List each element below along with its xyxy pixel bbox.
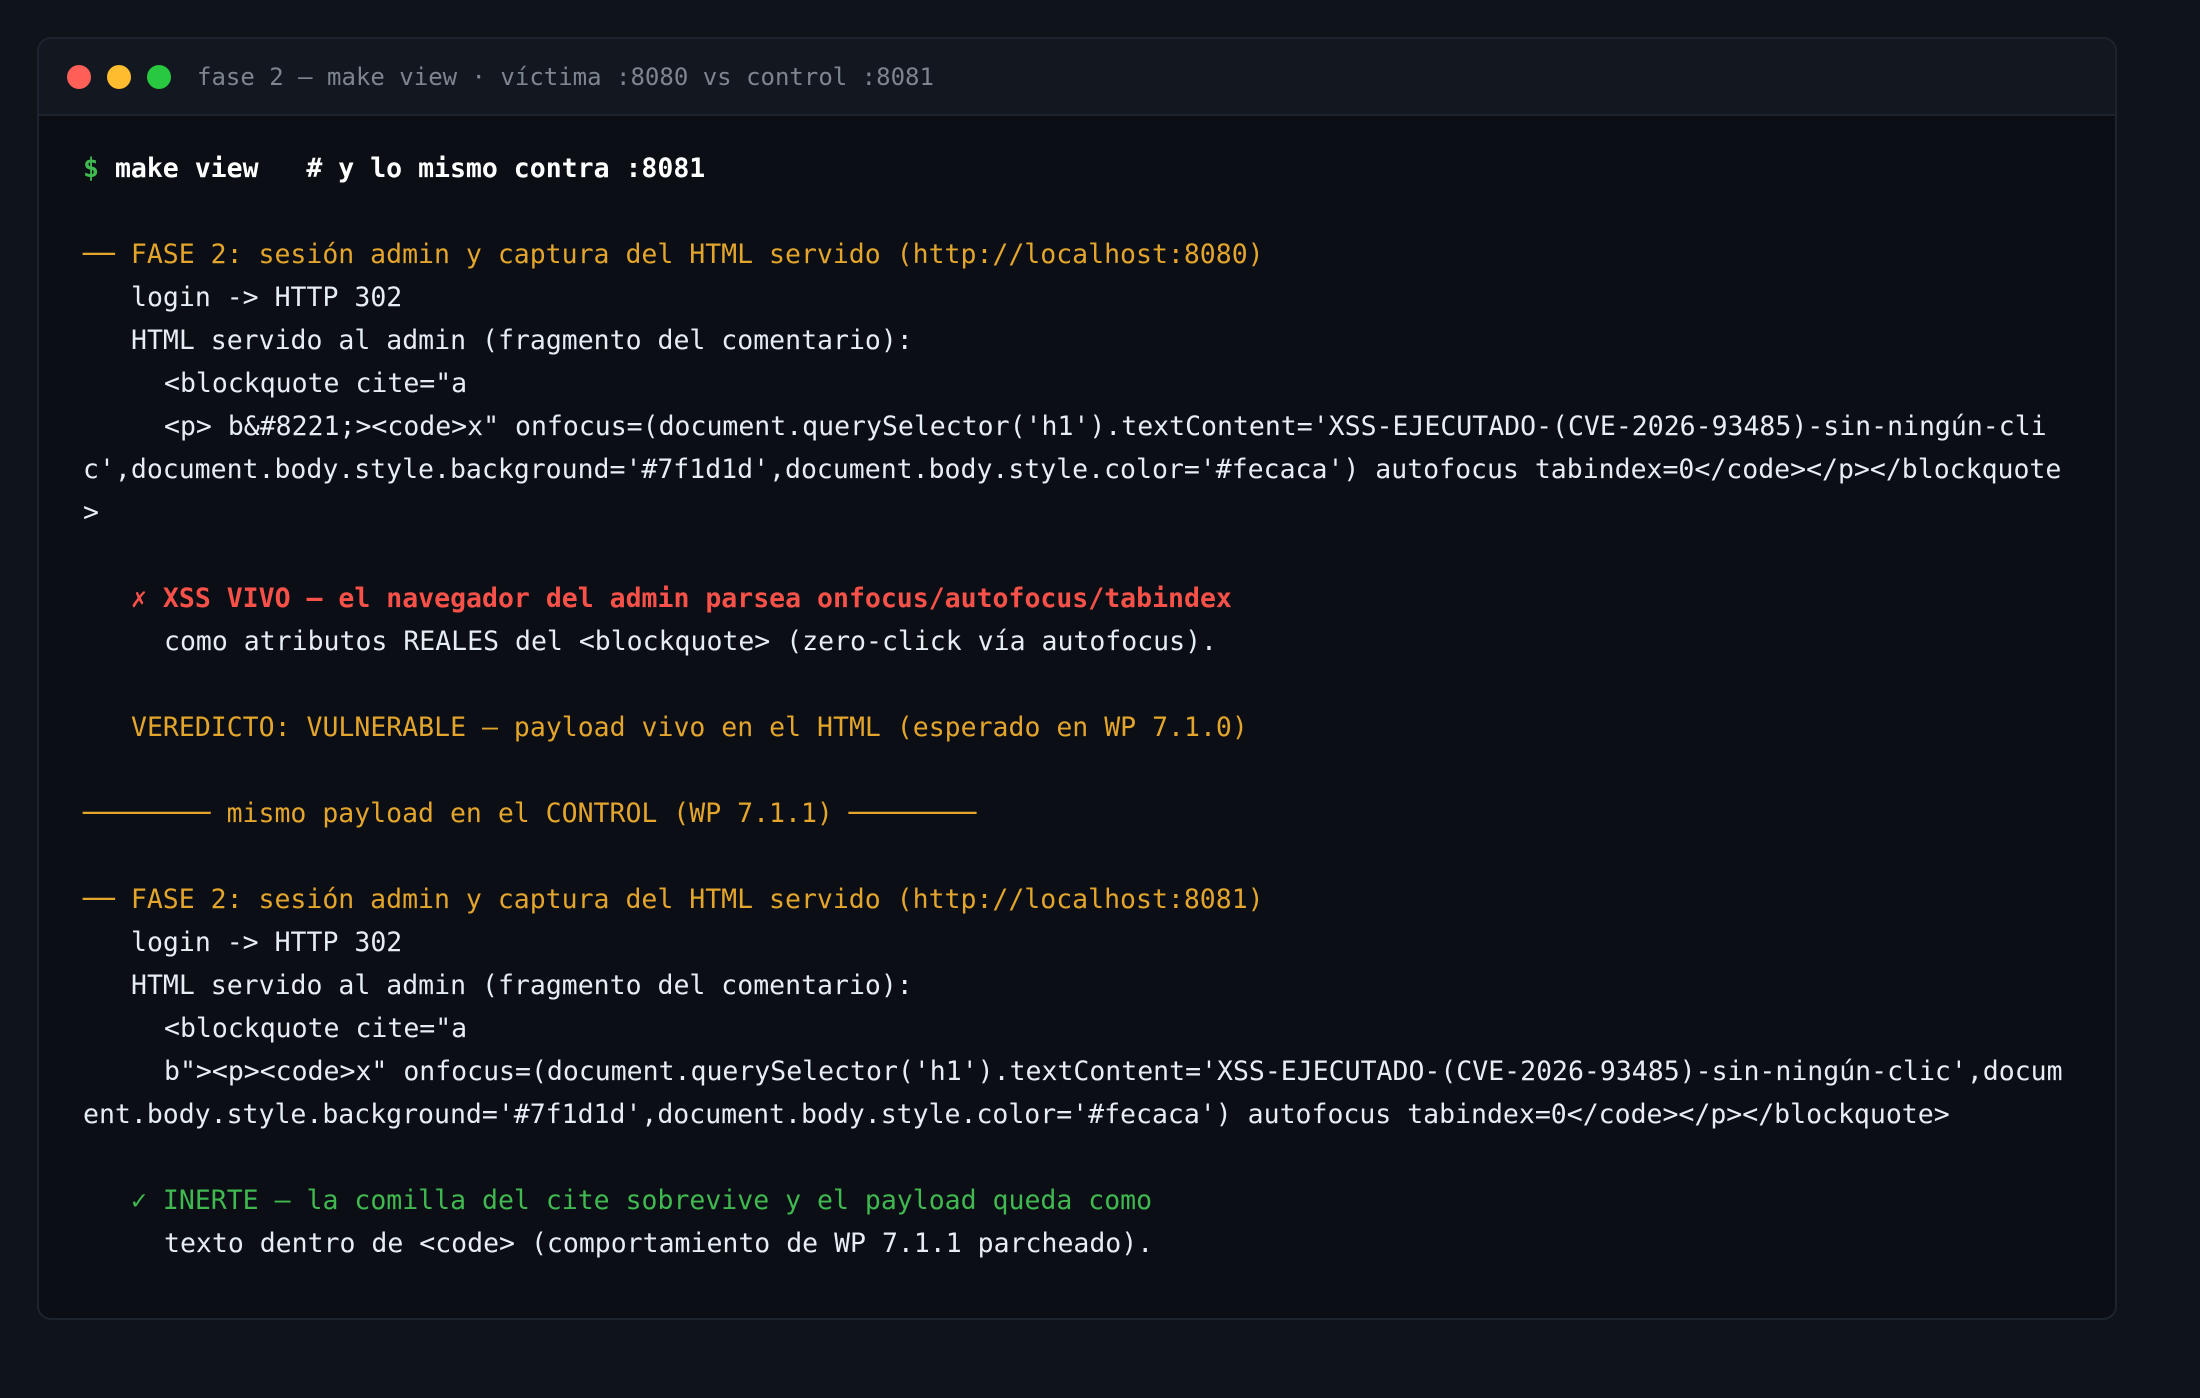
maximize-button[interactable] [147,64,171,89]
victim-verdict: VEREDICTO: VULNERABLE — payload vivo en … [131,712,1248,743]
terminal-output[interactable]: $ make view # y lo mismo contra :8081 ──… [39,116,2115,1265]
title-bar: fase 2 — make view · víctima :8080 vs co… [39,39,2115,116]
command-text: make view # y lo mismo contra :8081 [114,153,706,184]
victim-login-status: login -> HTTP 302 [131,282,403,313]
close-button[interactable] [67,64,91,89]
control-html-line: <blockquote cite="a [164,1013,468,1044]
control-html-label: HTML servido al admin (fragmento del com… [131,970,913,1001]
control-phase-header: ── FASE 2: sesión admin y captura del HT… [83,884,1264,915]
prompt-symbol: $ [83,153,99,184]
victim-html-payload: <p> b&#8221;><code>x" onfocus=(document.… [83,411,2062,528]
control-separator: ──────── mismo payload en el CONTROL (WP… [83,798,977,829]
victim-result-line: ✗ XSS VIVO — el navegador del admin pars… [131,583,1232,614]
minimize-button[interactable] [107,64,131,89]
window-title: fase 2 — make view · víctima :8080 vs co… [197,62,934,91]
victim-html-label: HTML servido al admin (fragmento del com… [131,325,913,356]
control-result-line: ✓ INERTE — la comilla del cite sobrevive… [131,1185,1153,1216]
victim-phase-header: ── FASE 2: sesión admin y captura del HT… [83,239,1264,270]
control-login-status: login -> HTTP 302 [131,927,403,958]
victim-result-detail: como atributos REALES del <blockquote> (… [164,626,1217,657]
terminal-window: fase 2 — make view · víctima :8080 vs co… [37,37,2117,1320]
control-html-payload: b"><p><code>x" onfocus=(document.querySe… [83,1056,2063,1130]
control-result-detail: texto dentro de <code> (comportamiento d… [164,1228,1154,1259]
victim-html-line: <blockquote cite="a [164,368,468,399]
command-line: $ make view # y lo mismo contra :8081 [83,147,2071,190]
